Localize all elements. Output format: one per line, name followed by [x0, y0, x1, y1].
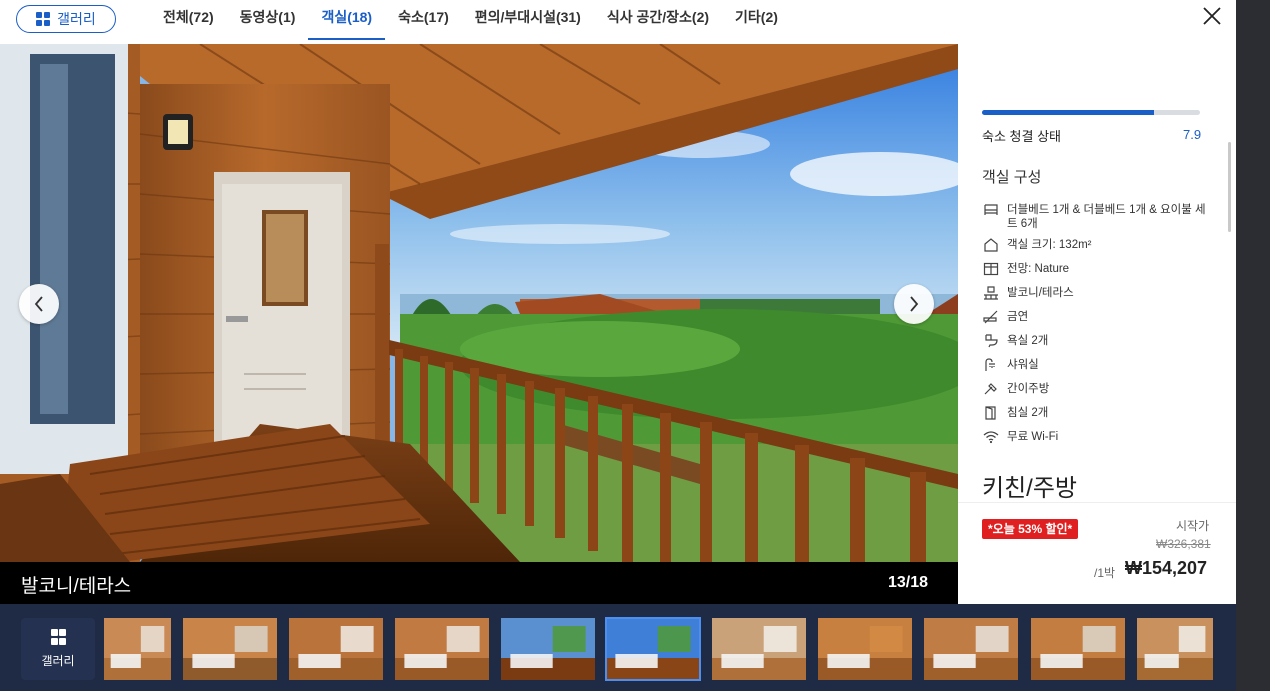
thumbnail-image [1031, 618, 1125, 680]
tab-property[interactable]: 숙소(17) [385, 0, 462, 40]
feature-bathroom-text: 욕실 2개 [1007, 335, 1049, 347]
thumbnail-image [183, 618, 277, 680]
thumbnail-strip: 갤러리 [0, 604, 1236, 691]
gallery-modal: 갤러리 전체(72) 동영상(1) 객실(18) 숙소(17) 편의/부대시설(… [0, 0, 1236, 691]
next-photo-button[interactable] [894, 284, 934, 324]
feature-shower-text: 샤워실 [1007, 359, 1039, 371]
feature-wifi-text: 무료 Wi-Fi [1007, 431, 1059, 443]
thumbnail-image [289, 618, 383, 680]
photo-counter: 13/18 [888, 574, 929, 591]
cleanliness-bar [982, 110, 1200, 115]
feature-no-smoking: 금연 [982, 310, 1212, 334]
grid-icon [51, 629, 66, 645]
chevron-left-icon [34, 296, 43, 312]
price-from-label: 시작가 [1176, 519, 1210, 533]
tab-other[interactable]: 기타(2) [722, 0, 791, 40]
panel-scrollbar[interactable] [1228, 142, 1231, 232]
close-button[interactable] [1200, 4, 1224, 28]
thumbnail-image [1137, 618, 1213, 680]
category-tabs: 전체(72) 동영상(1) 객실(18) 숙소(17) 편의/부대시설(31) … [150, 0, 791, 40]
thumbnail-7[interactable] [712, 618, 806, 680]
feature-balcony-text: 발코니/테라스 [1007, 287, 1074, 299]
thumbnail-image [606, 618, 700, 680]
discount-suffix: 할인* [1042, 522, 1073, 536]
cleanliness-bar-fill [982, 110, 1155, 115]
cleanliness-score: 7.9 [1183, 127, 1202, 142]
tab-dining[interactable]: 식사 공간/장소(2) [594, 0, 722, 40]
discount-badge: *오늘 53% 할인* [982, 519, 1079, 539]
close-icon [1203, 7, 1221, 25]
feature-bathroom: 욕실 2개 [982, 334, 1212, 358]
kitchen-heading: 키친/주방 [982, 475, 1077, 502]
feature-wifi: 무료 Wi-Fi [982, 430, 1212, 454]
grid-icon [36, 12, 51, 26]
background-strip [1236, 0, 1270, 691]
feature-bedroom-text: 침실 2개 [1007, 407, 1049, 419]
thumbnail-3[interactable] [289, 618, 383, 680]
thumbnail-6[interactable] [605, 617, 701, 681]
thumbnail-image [712, 618, 806, 680]
kitchenette-icon [982, 382, 1000, 396]
feature-kitchenette: 간이주방 [982, 382, 1212, 406]
feature-beds: 더블베드 1개 & 더블베드 1개 & 요이불 세트 6개 [982, 203, 1212, 238]
thumbnail-image [104, 618, 171, 680]
thumbnail-gallery-button[interactable]: 갤러리 [21, 618, 95, 680]
bathroom-icon [982, 334, 1000, 348]
thumbnail-11[interactable] [1137, 618, 1213, 680]
price-box: *오늘 53% 할인* 시작가 ₩326,381 /1박 ₩154,207 [958, 502, 1236, 604]
thumbnail-image [395, 618, 489, 680]
room-size-icon [982, 238, 1000, 252]
feature-view-text: 전망: Nature [1007, 263, 1070, 275]
tab-all[interactable]: 전체(72) [150, 0, 227, 40]
thumbnail-image [818, 618, 912, 680]
balcony-icon [982, 286, 1000, 300]
balcony-photo [0, 44, 958, 562]
thumbnail-4[interactable] [395, 618, 489, 680]
per-night-label: /1박 [1094, 566, 1116, 580]
original-price: ₩326,381 [1156, 537, 1211, 551]
main-photo [0, 44, 958, 562]
thumbnail-8[interactable] [818, 618, 912, 680]
gallery-button[interactable]: 갤러리 [16, 5, 116, 33]
thumbnail-2[interactable] [183, 618, 277, 680]
thumbnail-5[interactable] [501, 618, 595, 680]
discount-prefix: *오늘 [988, 522, 1019, 536]
thumbnail-1[interactable] [104, 618, 171, 680]
photo-caption-bar: 발코니/테라스 13/18 [0, 562, 958, 604]
bed-icon [982, 203, 1000, 217]
photo-caption: 발코니/테라스 [21, 576, 132, 597]
bedroom-icon [982, 406, 1000, 420]
tab-video[interactable]: 동영상(1) [227, 0, 309, 40]
top-bar: 갤러리 전체(72) 동영상(1) 객실(18) 숙소(17) 편의/부대시설(… [0, 0, 1236, 44]
gallery-button-label: 갤러리 [57, 11, 96, 27]
thumbnail-gallery-label: 갤러리 [41, 654, 75, 668]
thumbnail-image [924, 618, 1018, 680]
feature-balcony: 발코니/테라스 [982, 286, 1212, 310]
feature-shower: 샤워실 [982, 358, 1212, 382]
thumbnail-9[interactable] [924, 618, 1018, 680]
wifi-icon [982, 430, 1000, 444]
discount-percent: 53% [1018, 522, 1043, 536]
cleanliness-label: 숙소 청결 상태 [982, 129, 1061, 144]
tab-room[interactable]: 객실(18) [308, 0, 385, 40]
feature-bedroom: 침실 2개 [982, 406, 1212, 430]
feature-kitchenette-text: 간이주방 [1007, 383, 1050, 395]
feature-no-smoking-text: 금연 [1007, 311, 1029, 323]
final-price: ₩154,207 [1125, 558, 1208, 578]
feature-room-size: 객실 크기: 132m² [982, 238, 1212, 262]
view-icon [982, 262, 1000, 276]
feature-beds-text: 더블베드 1개 & 더블베드 1개 & 요이불 세트 6개 [1007, 204, 1206, 230]
room-info-panel[interactable]: 숙소 청결 상태 7.9 객실 구성 더블베드 1개 & 더블베드 1개 & 요… [958, 44, 1236, 604]
feature-view: 전망: Nature [982, 262, 1212, 286]
tab-facilities[interactable]: 편의/부대시설(31) [462, 0, 594, 40]
thumbnail-image [501, 618, 595, 680]
shower-icon [982, 358, 1000, 372]
chevron-right-icon [910, 296, 919, 312]
previous-photo-button[interactable] [19, 284, 59, 324]
room-composition-heading: 객실 구성 [982, 169, 1042, 186]
no-smoking-icon [982, 310, 1000, 324]
thumbnail-10[interactable] [1031, 618, 1125, 680]
feature-room-size-text: 객실 크기: 132m² [1007, 239, 1092, 251]
room-feature-list: 더블베드 1개 & 더블베드 1개 & 요이불 세트 6개 객실 크기: 132… [982, 203, 1212, 454]
